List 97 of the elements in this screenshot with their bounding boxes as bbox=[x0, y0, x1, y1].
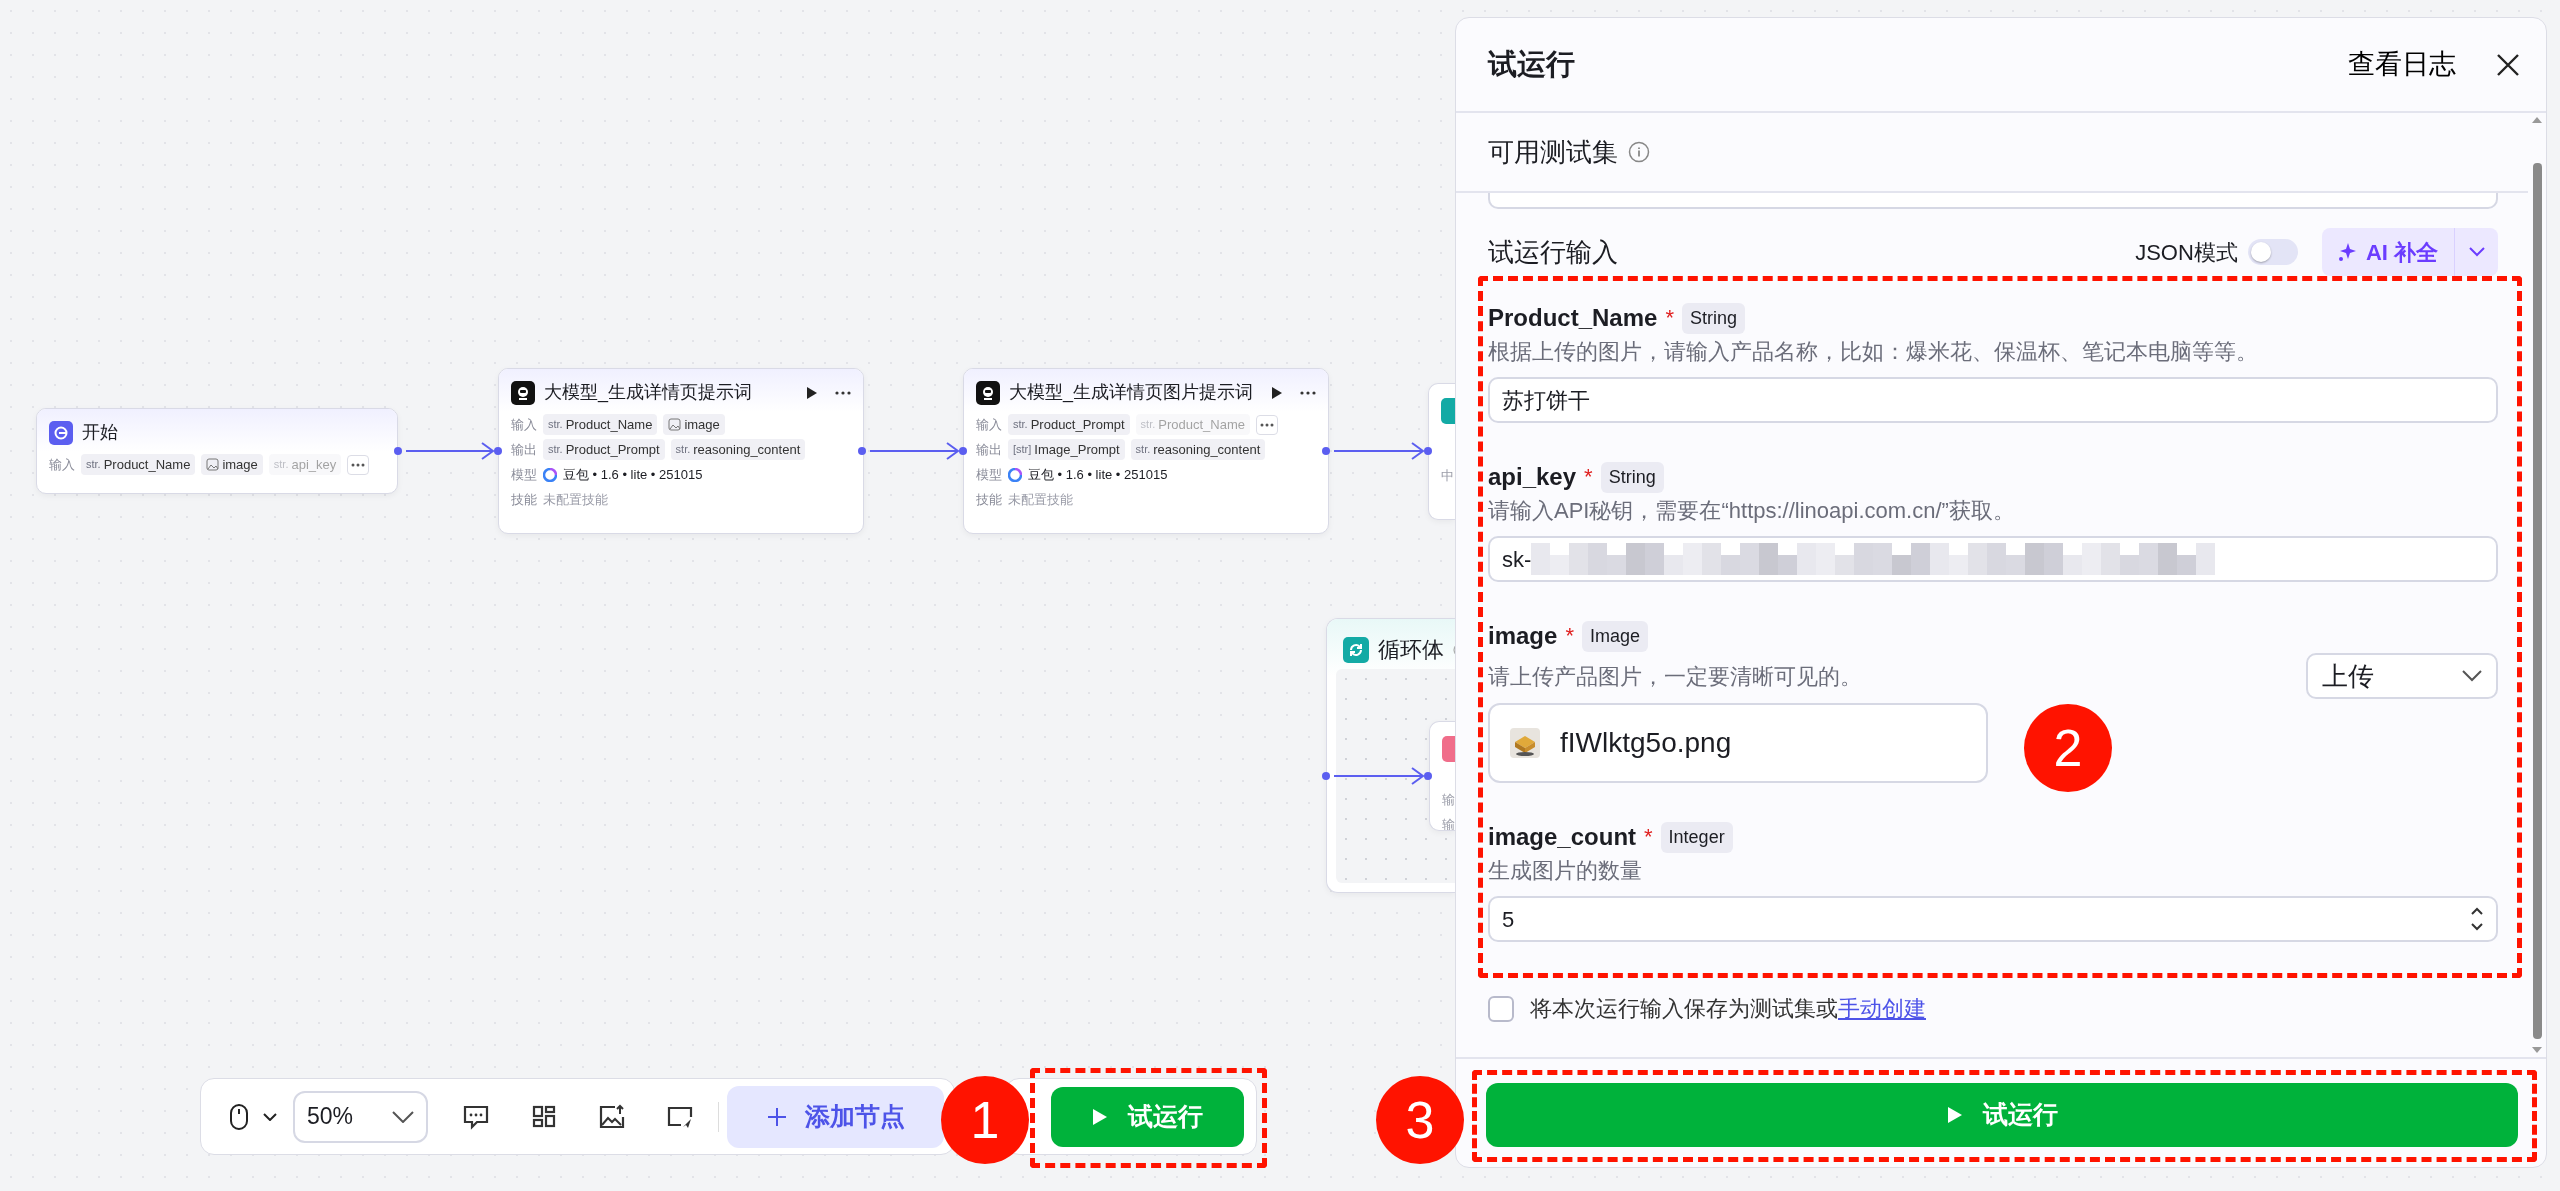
input-field[interactable]: sk- bbox=[1488, 536, 2498, 582]
play-icon[interactable] bbox=[806, 385, 818, 400]
model-name: 豆包 • 1.6 • lite • 251015 bbox=[563, 465, 703, 484]
required-mark: * bbox=[1665, 304, 1674, 332]
node-icon bbox=[1442, 736, 1455, 762]
variable-chip: str. Product_Prompt bbox=[543, 438, 665, 461]
variable-chip: str. api_key bbox=[268, 453, 342, 476]
node-title: 大模型_生成详情页图片提示词 bbox=[1009, 381, 1253, 405]
uploaded-file[interactable]: fIWlktg5o.png bbox=[1488, 703, 1988, 783]
ai-fill-button[interactable]: AI 补全 bbox=[2321, 228, 2454, 276]
variable-chip: str. reasoning_content bbox=[670, 438, 806, 461]
add-node-button[interactable]: 添加节点 bbox=[727, 1085, 944, 1148]
loop-icon bbox=[1343, 636, 1369, 663]
variable-chip: [str] Image_Prompt bbox=[1008, 438, 1125, 461]
variable-chip: str. Product_Prompt bbox=[1008, 413, 1130, 436]
variable-chip: image bbox=[201, 453, 263, 476]
type-tag: String bbox=[1681, 302, 1745, 334]
node-title: 开始 bbox=[82, 421, 118, 444]
node-card[interactable]: 循环体 输 输 bbox=[1326, 618, 1455, 893]
field-hint: 根据上传的图片，请输入产品名称，比如：爆米花、保温杯、笔记本电脑等等。 bbox=[1488, 337, 2259, 366]
model-logo-icon bbox=[543, 467, 557, 482]
type-tag: Integer bbox=[1660, 821, 1733, 853]
more-button[interactable] bbox=[347, 454, 370, 475]
image-icon bbox=[206, 458, 220, 471]
row-label: 输 bbox=[1442, 791, 1455, 809]
play-icon[interactable] bbox=[1271, 385, 1283, 400]
model-logo-icon bbox=[1008, 467, 1022, 482]
row-label: 模型 bbox=[511, 465, 537, 484]
start-icon bbox=[49, 420, 73, 445]
dots-icon bbox=[1260, 422, 1274, 427]
save-option-text: 将本次运行输入保存为测试集或手动创建 bbox=[1530, 995, 1926, 1023]
create-link[interactable]: 手动创建 bbox=[1838, 996, 1926, 1021]
variable-chip: image bbox=[663, 413, 725, 436]
more-button[interactable] bbox=[1256, 414, 1278, 435]
input-field[interactable]: 5 bbox=[1488, 896, 2498, 942]
source-select[interactable]: 上传 bbox=[2306, 653, 2498, 699]
type-tag: String bbox=[1600, 461, 1664, 493]
field-hint: 请上传产品图片，一定要清晰可见的。 bbox=[1488, 662, 1862, 691]
row-label: 模型 bbox=[976, 465, 1002, 484]
type-tag: Image bbox=[1581, 620, 1648, 652]
required-mark: * bbox=[1644, 823, 1653, 851]
row-label: 技能 bbox=[976, 490, 1002, 509]
json-mode-toggle[interactable] bbox=[2247, 239, 2298, 265]
variable-chip: str. Product_Name bbox=[81, 453, 196, 476]
field-label: Product_Name bbox=[1488, 303, 1658, 333]
dots-icon bbox=[351, 462, 366, 467]
row-label: 输入 bbox=[976, 415, 1002, 434]
section-title: 试运行输入 bbox=[1488, 235, 1618, 269]
row-label: 输入 bbox=[49, 455, 75, 474]
row-label: 输出 bbox=[511, 440, 537, 459]
view-log-link[interactable]: 查看日志 bbox=[2342, 43, 2462, 86]
field-label: image bbox=[1488, 621, 1558, 651]
row-label: 技能 bbox=[511, 490, 537, 509]
model-name: 豆包 • 1.6 • lite • 251015 bbox=[1028, 465, 1168, 484]
robot-icon bbox=[511, 380, 535, 405]
node-card[interactable]: 大模型_生成详情页提示词 输入 str. Product_Name image 输出 str. Product_Prompt str. reasoning_content 模型 豆包 • 1.6 • lite • 251015 技能 未配置技能 bbox=[498, 368, 864, 534]
variable-chip: str. reasoning_content bbox=[1130, 438, 1266, 461]
chevron-icon bbox=[392, 1110, 415, 1123]
plus-icon bbox=[766, 1106, 787, 1127]
required-mark: * bbox=[1584, 463, 1593, 491]
node-title: 大模型_生成详情页提示词 bbox=[544, 381, 752, 405]
node-icon bbox=[1441, 398, 1455, 424]
image-icon bbox=[668, 418, 682, 431]
file-name: fIWlktg5o.png bbox=[1560, 726, 1732, 760]
row-label: 中 bbox=[1441, 467, 1454, 485]
node-card[interactable]: 大模型_生成详情页图片提示词 输入 str. Product_Prompt str. Product_Name 输出 [str] Image_Prompt str. reasoning_content 模型 豆包 • 1.6 • lite • 251015 技能 未配置技能 bbox=[963, 368, 1329, 534]
required-mark: * bbox=[1565, 622, 1574, 650]
play-icon bbox=[1946, 1106, 1963, 1124]
robot-icon bbox=[976, 380, 1000, 405]
field-hint: 请输入API秘钥，需要在“https://linoapi.com.cn/”获取。 bbox=[1488, 496, 2016, 525]
save-checkbox[interactable] bbox=[1488, 995, 1514, 1022]
row-label: 输出 bbox=[976, 440, 1002, 459]
input-field[interactable]: 苏打饼干 bbox=[1488, 377, 2498, 423]
variable-chip: str. Product_Name bbox=[543, 413, 658, 436]
caret-icon[interactable] bbox=[263, 1112, 277, 1121]
scroll-down-icon[interactable] bbox=[2532, 1047, 2542, 1053]
field-hint: 生成图片的数量 bbox=[1488, 856, 1643, 885]
section-title: 可用测试集 bbox=[1488, 135, 1618, 169]
node-title: 循环体 bbox=[1378, 636, 1444, 664]
panel-title: 试运行 bbox=[1488, 46, 1575, 82]
row-label: 输 bbox=[1442, 816, 1455, 830]
info-icon bbox=[1628, 141, 1650, 163]
step-marker: 3 bbox=[1376, 1076, 1464, 1164]
row-value: 未配置技能 bbox=[1008, 490, 1073, 509]
json-mode-label: JSON模式 bbox=[2135, 238, 2238, 267]
row-label: 输入 bbox=[511, 415, 537, 434]
row-value: 未配置技能 bbox=[543, 490, 608, 509]
step-marker: 1 bbox=[941, 1076, 1029, 1164]
play-icon bbox=[1092, 1107, 1108, 1126]
variable-chip: str. Product_Name bbox=[1135, 413, 1250, 436]
zoom-select[interactable]: 50% bbox=[293, 1090, 429, 1143]
scroll-up-icon[interactable] bbox=[2532, 117, 2542, 123]
sparkle-icon bbox=[2337, 242, 2358, 262]
field-label: api_key bbox=[1488, 462, 1577, 492]
node-card[interactable]: 开始 输入 str. Product_Name image str. api_key bbox=[36, 408, 398, 494]
field-label: image_count bbox=[1488, 822, 1637, 852]
chevron-icon bbox=[2462, 670, 2482, 682]
